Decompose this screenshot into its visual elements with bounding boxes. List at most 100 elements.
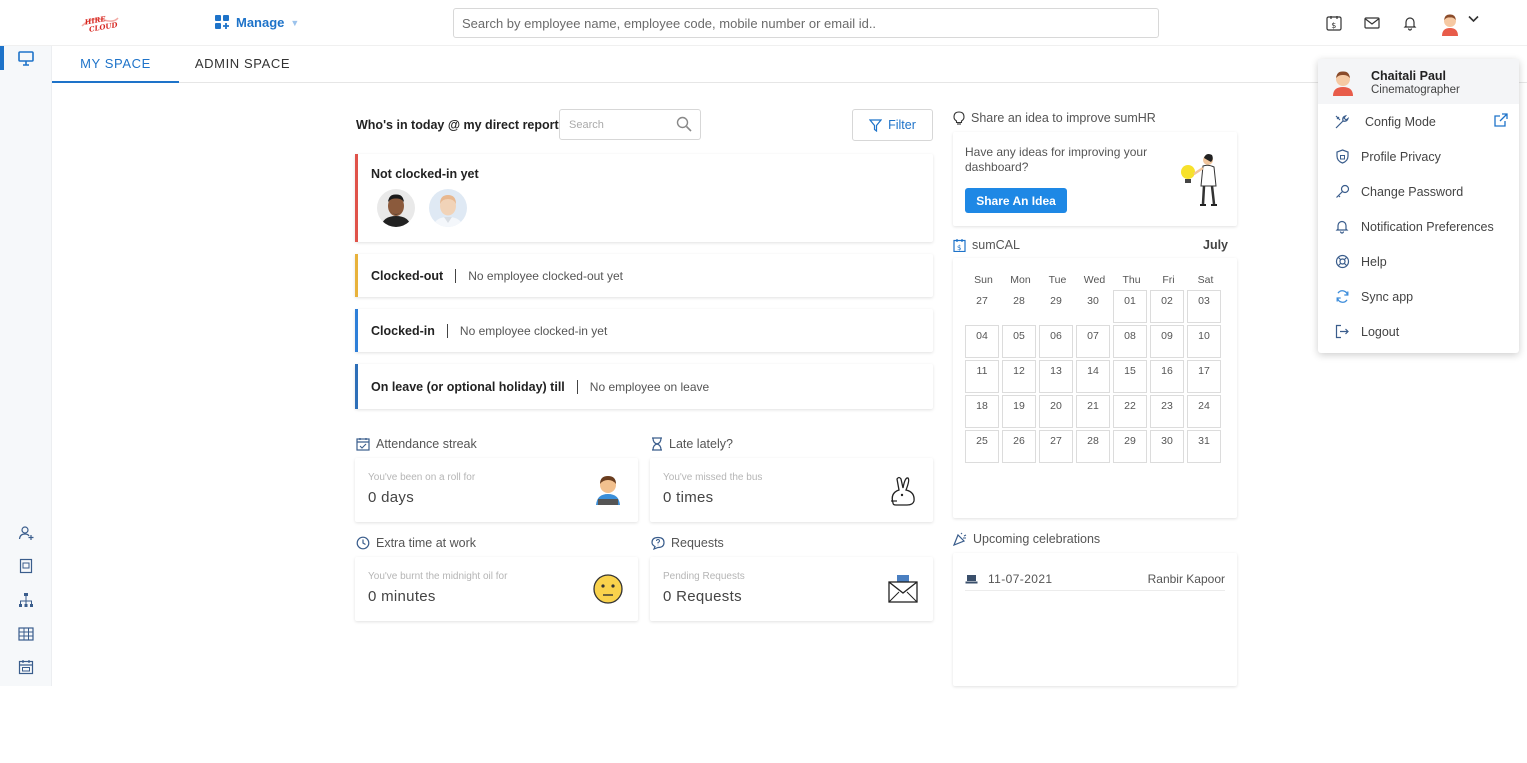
employee-avatar[interactable] [377,189,415,227]
mail-icon[interactable] [1361,12,1383,34]
key-icon [1334,184,1350,200]
calendar-weekday: Wed [1083,274,1106,286]
calendar-day[interactable]: 30 [1076,290,1110,323]
calendar-month: July [1203,238,1229,252]
calendar-day[interactable]: 21 [1076,395,1110,428]
menu-item-sync-app[interactable]: Sync app [1318,279,1519,314]
calendar-report-icon[interactable] [16,657,36,677]
calendar-day[interactable]: 11 [965,360,999,393]
employee-avatar[interactable] [429,189,467,227]
chevron-down-icon[interactable] [1468,14,1479,26]
calendar-day[interactable]: 13 [1039,360,1073,393]
menu-item-profile-privacy[interactable]: Profile Privacy [1318,139,1519,174]
calendar-weekday: Thu [1122,274,1141,286]
calendar-day[interactable]: 27 [965,290,999,323]
dashboard-icon[interactable] [16,48,36,68]
calendar-day[interactable]: 23 [1150,395,1184,428]
menu-item-help[interactable]: Help [1318,244,1519,279]
calendar-day[interactable]: 29 [1113,430,1147,463]
status-bar-dark-blue [355,364,358,409]
clocked-in-row: Clocked-in No employee clocked-in yet [371,309,607,352]
calendar-day[interactable]: 31 [1187,430,1221,463]
filter-button[interactable]: Filter [852,109,933,141]
requests-card: Pending Requests 0 Requests [650,557,933,621]
requests-label: Requests [671,536,724,550]
calendar-day[interactable]: 28 [1002,290,1036,323]
calendar-day[interactable]: 06 [1039,325,1073,358]
manage-menu[interactable]: Manage ▼ [215,15,299,30]
celebration-name: Ranbir Kapoor [1147,571,1225,586]
calendar-day[interactable]: 22 [1113,395,1147,428]
report-table-icon[interactable] [16,624,36,644]
menu-item-config-mode[interactable]: Config Mode [1318,104,1519,139]
calendar-day[interactable]: 16 [1150,360,1184,393]
requests-title: Requests [651,536,724,550]
extra-time-label: Extra time at work [376,536,477,550]
late-lately-label: Late lately? [669,437,733,451]
calendar-day[interactable]: 25 [965,430,999,463]
menu-item-change-password[interactable]: Change Password [1318,174,1519,209]
attendance-streak-card: You've been on a roll for 0 days [355,458,638,522]
external-link-icon[interactable] [1494,113,1508,127]
profile-dropdown: Chaitali Paul Cinematographer Config Mod… [1318,59,1519,353]
calendar-day[interactable]: 17 [1187,360,1221,393]
calendar-day[interactable]: 10 [1187,325,1221,358]
calendar-day[interactable]: 28 [1076,430,1110,463]
share-idea-title: Share an idea to improve sumHR [953,111,1156,125]
calendar-day[interactable]: 03 [1187,290,1221,323]
top-bar: HIRE CLOUD Manage ▼ $ [0,0,1527,46]
org-chart-icon[interactable] [16,590,36,610]
calendar-day[interactable]: 12 [1002,360,1036,393]
shield-icon [1334,149,1350,165]
calendar-day[interactable]: 07 [1076,325,1110,358]
tab-admin-space[interactable]: ADMIN SPACE [179,46,306,83]
manage-label: Manage [236,15,285,30]
late-lately-value: 0 times [663,489,714,506]
late-lately-card: You've missed the bus 0 times [650,458,933,522]
celebration-date: 11-07-2021 [988,571,1053,586]
calendar-check-icon [356,438,370,451]
sync-icon [1334,289,1350,305]
menu-item-label: Help [1361,254,1387,269]
global-search-input[interactable] [453,8,1159,38]
on-leave-row: On leave (or optional holiday) till No e… [371,364,709,409]
idea-illustration [1178,150,1226,208]
calendar-day[interactable]: 29 [1039,290,1073,323]
user-avatar[interactable] [1437,10,1463,36]
calendar-day[interactable]: 24 [1187,395,1221,428]
tab-my-space[interactable]: MY SPACE [52,46,179,83]
calendar-day[interactable]: 09 [1150,325,1184,358]
attendance-streak-label: Attendance streak [376,437,477,451]
company-logo[interactable]: HIRE CLOUD [80,12,120,34]
chevron-down-icon: ▼ [290,17,300,28]
calendar-day[interactable]: 02 [1150,290,1184,323]
calendar-day[interactable]: 20 [1039,395,1073,428]
calendar-day[interactable]: 26 [1002,430,1036,463]
calendar-day[interactable]: 08 [1113,325,1147,358]
rabbit-icon [887,473,919,507]
calendar-day[interactable]: 15 [1113,360,1147,393]
calendar-day[interactable]: 27 [1039,430,1073,463]
menu-item-logout[interactable]: Logout [1318,314,1519,349]
celebration-item[interactable]: 11-07-2021 Ranbir Kapoor [965,567,1225,591]
requests-sub: Pending Requests [663,571,745,582]
payroll-icon[interactable]: $ [1323,12,1345,34]
extra-time-value: 0 minutes [368,588,436,605]
bell-icon[interactable] [1399,12,1421,34]
share-idea-card: Have any ideas for improving your dashbo… [953,132,1237,226]
calendar-day[interactable]: 19 [1002,395,1036,428]
add-user-icon[interactable] [16,523,36,543]
extra-time-title: Extra time at work [356,536,476,550]
menu-item-notification-preferences[interactable]: Notification Preferences [1318,209,1519,244]
calendar-day[interactable]: 18 [965,395,999,428]
envelope-icon [887,572,919,606]
late-lately-sub: You've missed the bus [663,472,763,483]
calendar-day[interactable]: 01 [1113,290,1147,323]
calendar-day[interactable]: 14 [1076,360,1110,393]
calendar-day[interactable]: 04 [965,325,999,358]
search-icon[interactable] [676,116,692,132]
calendar-day[interactable]: 30 [1150,430,1184,463]
share-idea-button[interactable]: Share An Idea [965,188,1067,213]
calendar-day[interactable]: 05 [1002,325,1036,358]
document-icon[interactable] [16,556,36,576]
